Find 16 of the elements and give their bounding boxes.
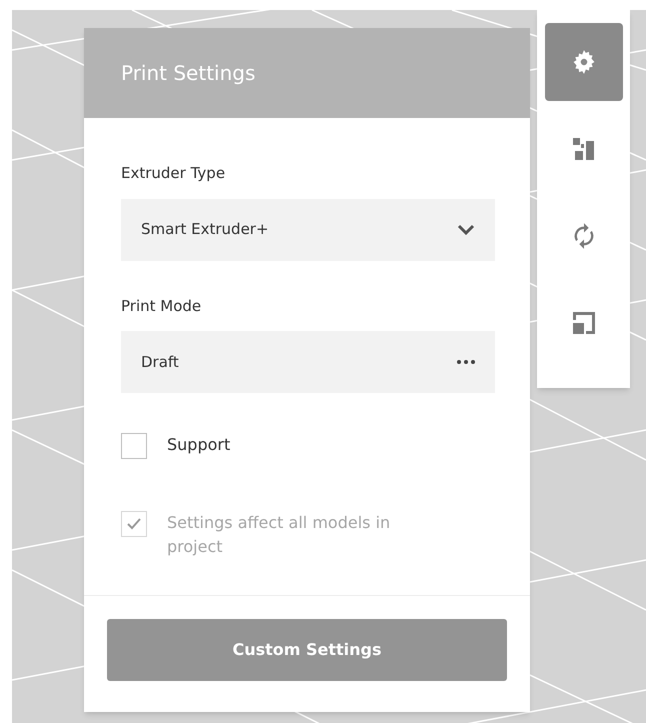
checkbox[interactable] bbox=[121, 433, 147, 459]
arrange-icon bbox=[570, 136, 596, 162]
dropdown-field[interactable]: Smart Extruder+ bbox=[121, 198, 495, 260]
tool-button[interactable] bbox=[544, 23, 622, 101]
checkbox-label: Support bbox=[167, 434, 232, 456]
scale-icon bbox=[570, 310, 596, 336]
checkmark-icon bbox=[127, 518, 141, 530]
field-value: Smart Extruder+ bbox=[141, 219, 269, 240]
field-label: Extruder Type bbox=[121, 163, 226, 184]
chevron-down-icon bbox=[457, 224, 475, 236]
checkbox-label: Settings affect all models in project bbox=[167, 512, 392, 558]
field-label: Print Mode bbox=[121, 296, 202, 316]
more-icon bbox=[457, 360, 475, 364]
field-value: Draft bbox=[141, 352, 179, 373]
select-field[interactable]: Draft bbox=[121, 331, 495, 393]
panel-title: Print Settings bbox=[121, 60, 256, 87]
